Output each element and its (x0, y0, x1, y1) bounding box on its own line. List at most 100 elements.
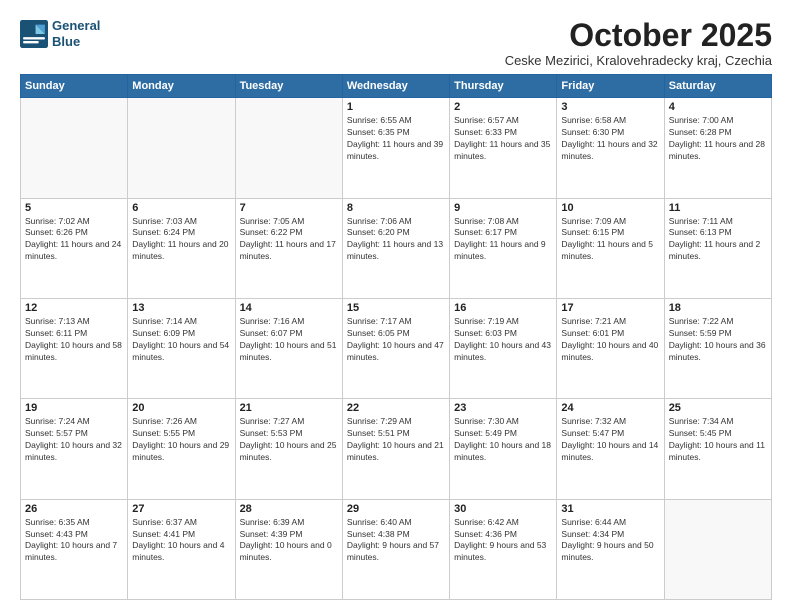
table-row: 14Sunrise: 7:16 AMSunset: 6:07 PMDayligh… (235, 298, 342, 398)
day-number: 13 (132, 302, 230, 314)
page: General Blue October 2025 Ceske Mezirici… (0, 0, 792, 612)
table-row: 20 Sunrise: 7:26 AMSunset: 5:55 PMDayligh… (128, 399, 235, 499)
table-row (235, 98, 342, 198)
day-number: 3 (561, 101, 659, 113)
day-info: Sunrise: 7:05 AMSunset: 6:22 PMDaylight:… (240, 216, 338, 264)
day-number: 27 (132, 503, 230, 515)
day-info: Sunrise: 7:09 AMSunset: 6:15 PMDaylight:… (561, 216, 659, 264)
day-info: Sunrise: 7:02 AMSunset: 6:26 PMDaylight:… (25, 216, 123, 264)
table-row: 12 Sunrise: 7:13 AMSunset: 6:11 PMDayligh… (21, 298, 128, 398)
day-info: Sunrise: 7:22 AMSunset: 5:59 PMDaylight:… (669, 316, 767, 364)
day-info: Sunrise: 7:13 AMSunset: 6:11 PMDaylight:… (25, 316, 123, 364)
day-info: Sunrise: 6:42 AMSunset: 4:36 PMDaylight:… (454, 517, 552, 565)
table-row: 22Sunrise: 7:29 AMSunset: 5:51 PMDayligh… (342, 399, 449, 499)
day-number: 20 (132, 402, 230, 414)
day-number: 21 (240, 402, 338, 414)
table-row: 9 Sunrise: 7:08 AMSunset: 6:17 PMDaylight… (450, 198, 557, 298)
calendar-table: Sunday Monday Tuesday Wednesday Thursday… (20, 74, 772, 600)
table-row: 23 Sunrise: 7:30 AMSunset: 5:49 PMDayligh… (450, 399, 557, 499)
day-number: 11 (669, 202, 767, 214)
day-number: 16 (454, 302, 552, 314)
day-number: 7 (240, 202, 338, 214)
logo: General Blue (20, 18, 100, 49)
header-tuesday: Tuesday (235, 75, 342, 98)
calendar-week-4: 19 Sunrise: 7:24 AMSunset: 5:57 PMDayligh… (21, 399, 772, 499)
day-info: Sunrise: 6:58 AMSunset: 6:30 PMDaylight:… (561, 115, 659, 163)
day-number: 25 (669, 402, 767, 414)
table-row: 13 Sunrise: 7:14 AMSunset: 6:09 PMDayligh… (128, 298, 235, 398)
day-info: Sunrise: 7:34 AMSunset: 5:45 PMDaylight:… (669, 416, 767, 464)
day-info: Sunrise: 7:03 AMSunset: 6:24 PMDaylight:… (132, 216, 230, 264)
title-location: Ceske Mezirici, Kralovehradecky kraj, Cz… (505, 53, 772, 68)
logo-text: General Blue (52, 18, 100, 49)
day-number: 26 (25, 503, 123, 515)
calendar-week-1: 1Sunrise: 6:55 AMSunset: 6:35 PMDaylight… (21, 98, 772, 198)
table-row: 4 Sunrise: 7:00 AMSunset: 6:28 PMDaylight… (664, 98, 771, 198)
table-row: 1Sunrise: 6:55 AMSunset: 6:35 PMDaylight… (342, 98, 449, 198)
day-info: Sunrise: 7:21 AMSunset: 6:01 PMDaylight:… (561, 316, 659, 364)
day-info: Sunrise: 7:30 AMSunset: 5:49 PMDaylight:… (454, 416, 552, 464)
day-info: Sunrise: 6:57 AMSunset: 6:33 PMDaylight:… (454, 115, 552, 163)
day-info: Sunrise: 7:19 AMSunset: 6:03 PMDaylight:… (454, 316, 552, 364)
table-row: 2 Sunrise: 6:57 AMSunset: 6:33 PMDaylight… (450, 98, 557, 198)
header: General Blue October 2025 Ceske Mezirici… (20, 18, 772, 68)
day-number: 10 (561, 202, 659, 214)
day-info: Sunrise: 7:26 AMSunset: 5:55 PMDaylight:… (132, 416, 230, 464)
header-monday: Monday (128, 75, 235, 98)
table-row: 29Sunrise: 6:40 AMSunset: 4:38 PMDayligh… (342, 499, 449, 599)
header-thursday: Thursday (450, 75, 557, 98)
table-row: 10 Sunrise: 7:09 AMSunset: 6:15 PMDayligh… (557, 198, 664, 298)
day-info: Sunrise: 7:11 AMSunset: 6:13 PMDaylight:… (669, 216, 767, 264)
day-number: 28 (240, 503, 338, 515)
table-row: 27 Sunrise: 6:37 AMSunset: 4:41 PMDayligh… (128, 499, 235, 599)
day-number: 19 (25, 402, 123, 414)
day-info: Sunrise: 7:08 AMSunset: 6:17 PMDaylight:… (454, 216, 552, 264)
day-number: 4 (669, 101, 767, 113)
table-row: 3 Sunrise: 6:58 AMSunset: 6:30 PMDaylight… (557, 98, 664, 198)
day-number: 31 (561, 503, 659, 515)
table-row: 30 Sunrise: 6:42 AMSunset: 4:36 PMDayligh… (450, 499, 557, 599)
table-row (664, 499, 771, 599)
table-row: 24Sunrise: 7:32 AMSunset: 5:47 PMDayligh… (557, 399, 664, 499)
day-info: Sunrise: 7:06 AMSunset: 6:20 PMDaylight:… (347, 216, 445, 264)
day-number: 12 (25, 302, 123, 314)
table-row: 26 Sunrise: 6:35 AMSunset: 4:43 PMDayligh… (21, 499, 128, 599)
day-info: Sunrise: 6:37 AMSunset: 4:41 PMDaylight:… (132, 517, 230, 565)
day-number: 9 (454, 202, 552, 214)
table-row: 7 Sunrise: 7:05 AMSunset: 6:22 PMDaylight… (235, 198, 342, 298)
day-info: Sunrise: 7:27 AMSunset: 5:53 PMDaylight:… (240, 416, 338, 464)
header-wednesday: Wednesday (342, 75, 449, 98)
table-row: 6Sunrise: 7:03 AMSunset: 6:24 PMDaylight… (128, 198, 235, 298)
day-number: 30 (454, 503, 552, 515)
day-number: 24 (561, 402, 659, 414)
day-info: Sunrise: 7:17 AMSunset: 6:05 PMDaylight:… (347, 316, 445, 364)
day-info: Sunrise: 7:24 AMSunset: 5:57 PMDaylight:… (25, 416, 123, 464)
table-row: 19 Sunrise: 7:24 AMSunset: 5:57 PMDayligh… (21, 399, 128, 499)
day-info: Sunrise: 6:35 AMSunset: 4:43 PMDaylight:… (25, 517, 123, 565)
header-sunday: Sunday (21, 75, 128, 98)
day-number: 18 (669, 302, 767, 314)
table-row: 17Sunrise: 7:21 AMSunset: 6:01 PMDayligh… (557, 298, 664, 398)
day-info: Sunrise: 7:00 AMSunset: 6:28 PMDaylight:… (669, 115, 767, 163)
table-row: 28Sunrise: 6:39 AMSunset: 4:39 PMDayligh… (235, 499, 342, 599)
day-info: Sunrise: 7:14 AMSunset: 6:09 PMDaylight:… (132, 316, 230, 364)
day-number: 5 (25, 202, 123, 214)
day-number: 14 (240, 302, 338, 314)
table-row: 31Sunrise: 6:44 AMSunset: 4:34 PMDayligh… (557, 499, 664, 599)
calendar-week-2: 5 Sunrise: 7:02 AMSunset: 6:26 PMDaylight… (21, 198, 772, 298)
day-number: 1 (347, 101, 445, 113)
day-number: 15 (347, 302, 445, 314)
table-row: 15 Sunrise: 7:17 AMSunset: 6:05 PMDayligh… (342, 298, 449, 398)
table-row: 5 Sunrise: 7:02 AMSunset: 6:26 PMDaylight… (21, 198, 128, 298)
calendar-week-3: 12 Sunrise: 7:13 AMSunset: 6:11 PMDayligh… (21, 298, 772, 398)
day-number: 23 (454, 402, 552, 414)
table-row: 8Sunrise: 7:06 AMSunset: 6:20 PMDaylight… (342, 198, 449, 298)
table-row: 21 Sunrise: 7:27 AMSunset: 5:53 PMDayligh… (235, 399, 342, 499)
day-number: 2 (454, 101, 552, 113)
day-number: 22 (347, 402, 445, 414)
title-month: October 2025 (505, 18, 772, 53)
logo-icon (20, 20, 48, 48)
table-row (21, 98, 128, 198)
header-saturday: Saturday (664, 75, 771, 98)
day-number: 29 (347, 503, 445, 515)
